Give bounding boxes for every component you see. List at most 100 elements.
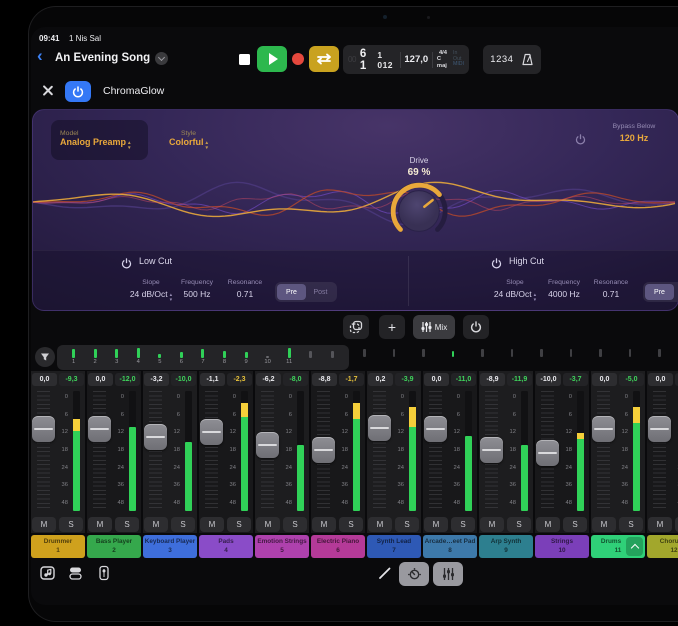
model-selector[interactable]: Model Analog Preamp▴▾ [51, 120, 148, 160]
volume-fader-handle[interactable] [32, 416, 55, 442]
back-button[interactable]: ‹ [37, 47, 43, 64]
navigator-channel-6[interactable]: 6 [176, 348, 186, 365]
volume-value[interactable]: -8,9 [480, 373, 505, 386]
volume-fader-handle[interactable] [480, 437, 503, 463]
navigator-channel-11[interactable]: 11 [284, 348, 294, 365]
navigator-overflow-tick[interactable] [422, 349, 425, 357]
solo-button[interactable]: S [115, 517, 139, 532]
solo-button[interactable]: S [451, 517, 475, 532]
solo-button[interactable]: S [171, 517, 195, 532]
mute-button[interactable]: M [368, 517, 392, 532]
volume-fader-handle[interactable] [648, 416, 671, 442]
lcd-display[interactable]: 00 6 1 1 012 127,0 4/4 C maj In Out MIDI [343, 45, 469, 74]
navigator-channel-offscreen[interactable] [306, 348, 316, 358]
record-button[interactable] [289, 46, 307, 72]
track-label-12[interactable]: Chorus V12 [647, 535, 678, 558]
peak-level-value[interactable]: -3,9 [395, 373, 420, 386]
solo-button[interactable]: S [59, 517, 83, 532]
navigator-overflow-tick[interactable] [599, 349, 602, 357]
solo-button[interactable]: S [227, 517, 251, 532]
navigator-channel-2[interactable]: 2 [90, 348, 100, 365]
track-label-3[interactable]: Keyboard Player3 [143, 535, 197, 558]
low-cut-resonance[interactable]: Resonance 0.71 [223, 278, 267, 301]
stop-button[interactable] [233, 46, 255, 72]
drive-knob[interactable] [388, 180, 450, 242]
navigator-channel-4[interactable]: 4 [133, 348, 143, 365]
peak-level-value[interactable]: -12,0 [115, 373, 140, 386]
mute-button[interactable]: M [144, 517, 168, 532]
level-control[interactable]: Level 0.0 [663, 122, 678, 146]
peak-level-value[interactable]: -1,7 [339, 373, 364, 386]
style-selector[interactable]: Style Colorful▴▾ [169, 120, 208, 160]
volume-fader-handle[interactable] [256, 432, 279, 458]
fader-controls-button[interactable] [95, 564, 113, 582]
volume-fader-handle[interactable] [88, 416, 111, 442]
solo-button[interactable]: S [507, 517, 531, 532]
volume-value[interactable]: 0,0 [592, 373, 617, 386]
play-button[interactable] [257, 46, 287, 72]
mute-button[interactable]: M [536, 517, 560, 532]
navigator-overflow-tick[interactable] [452, 351, 455, 357]
count-in-button[interactable]: 1234 [490, 54, 513, 65]
volume-value[interactable]: -6,2 [256, 373, 281, 386]
navigator-overflow-tick[interactable] [570, 349, 573, 357]
track-label-7[interactable]: Synth Lead7 [367, 535, 421, 558]
controls-view-button[interactable] [399, 562, 429, 586]
mute-button[interactable]: M [592, 517, 616, 532]
duplicate-button[interactable] [343, 315, 369, 339]
track-label-8[interactable]: Arcade…eet Pad8 [423, 535, 477, 558]
navigator-channel-offscreen[interactable] [327, 348, 337, 358]
track-label-5[interactable]: Emotion Strings5 [255, 535, 309, 558]
mute-button[interactable]: M [200, 517, 224, 532]
navigator-overflow-tick[interactable] [481, 349, 484, 357]
close-plugin-button[interactable] [41, 84, 54, 97]
volume-fader-handle[interactable] [312, 437, 335, 463]
pre-button[interactable]: Pre [277, 284, 306, 300]
volume-value[interactable]: 0,0 [648, 373, 673, 386]
volume-fader-handle[interactable] [536, 440, 559, 466]
volume-fader-handle[interactable] [200, 419, 223, 445]
navigator-overflow-tick[interactable] [658, 349, 661, 357]
track-label-9[interactable]: Arp Synth9 [479, 535, 533, 558]
peak-level-value[interactable]: -9,3 [59, 373, 84, 386]
navigator-overflow-tick[interactable] [629, 349, 632, 357]
peak-level-value[interactable]: -11,9 [507, 373, 532, 386]
volume-value[interactable]: -10,0 [536, 373, 561, 386]
volume-value[interactable]: -8,8 [312, 373, 337, 386]
browser-button[interactable] [39, 564, 57, 582]
mute-button[interactable]: M [88, 517, 112, 532]
volume-value[interactable]: -3,2 [144, 373, 169, 386]
volume-fader-handle[interactable] [592, 416, 615, 442]
low-cut-power-button[interactable] [121, 256, 132, 274]
mute-button[interactable]: M [480, 517, 504, 532]
navigator-channel-3[interactable]: 3 [112, 348, 122, 365]
low-cut-slope[interactable]: Slope 24 dB/Oct▴▾ [127, 278, 175, 302]
mute-button[interactable]: M [424, 517, 448, 532]
navigator-channel-10[interactable]: 10 [263, 348, 273, 365]
mute-button[interactable]: M [256, 517, 280, 532]
high-cut-power-button[interactable] [491, 256, 502, 274]
metronome-icon[interactable] [521, 53, 534, 66]
volume-fader-handle[interactable] [424, 416, 447, 442]
mixer-power-button[interactable] [463, 315, 489, 339]
song-title[interactable]: An Evening Song [55, 52, 150, 64]
solo-button[interactable]: S [283, 517, 307, 532]
navigator-channel-9[interactable]: 9 [241, 348, 251, 365]
navigator-channel-8[interactable]: 8 [220, 348, 230, 365]
low-cut-frequency[interactable]: Frequency 500 Hz [175, 278, 219, 301]
peak-level-value[interactable]: -3,7 [563, 373, 588, 386]
peak-level-value[interactable]: -2,3 [227, 373, 252, 386]
navigator-overflow-tick[interactable] [393, 349, 396, 357]
volume-value[interactable]: 0,2 [368, 373, 393, 386]
track-label-2[interactable]: Bass Player2 [87, 535, 141, 558]
track-label-4[interactable]: Pads4 [199, 535, 253, 558]
navigator-overflow-tick[interactable] [511, 349, 514, 357]
plugins-button[interactable] [67, 564, 85, 582]
high-cut-frequency[interactable]: Frequency 4000 Hz [540, 278, 588, 301]
edit-button[interactable] [377, 565, 395, 583]
solo-button[interactable]: S [619, 517, 643, 532]
high-cut-slope[interactable]: Slope 24 dB/Oct▴▾ [491, 278, 539, 302]
mix-view-button[interactable]: Mix [413, 315, 455, 339]
bypass-power-button[interactable] [575, 132, 586, 150]
volume-value[interactable]: 0,0 [88, 373, 113, 386]
